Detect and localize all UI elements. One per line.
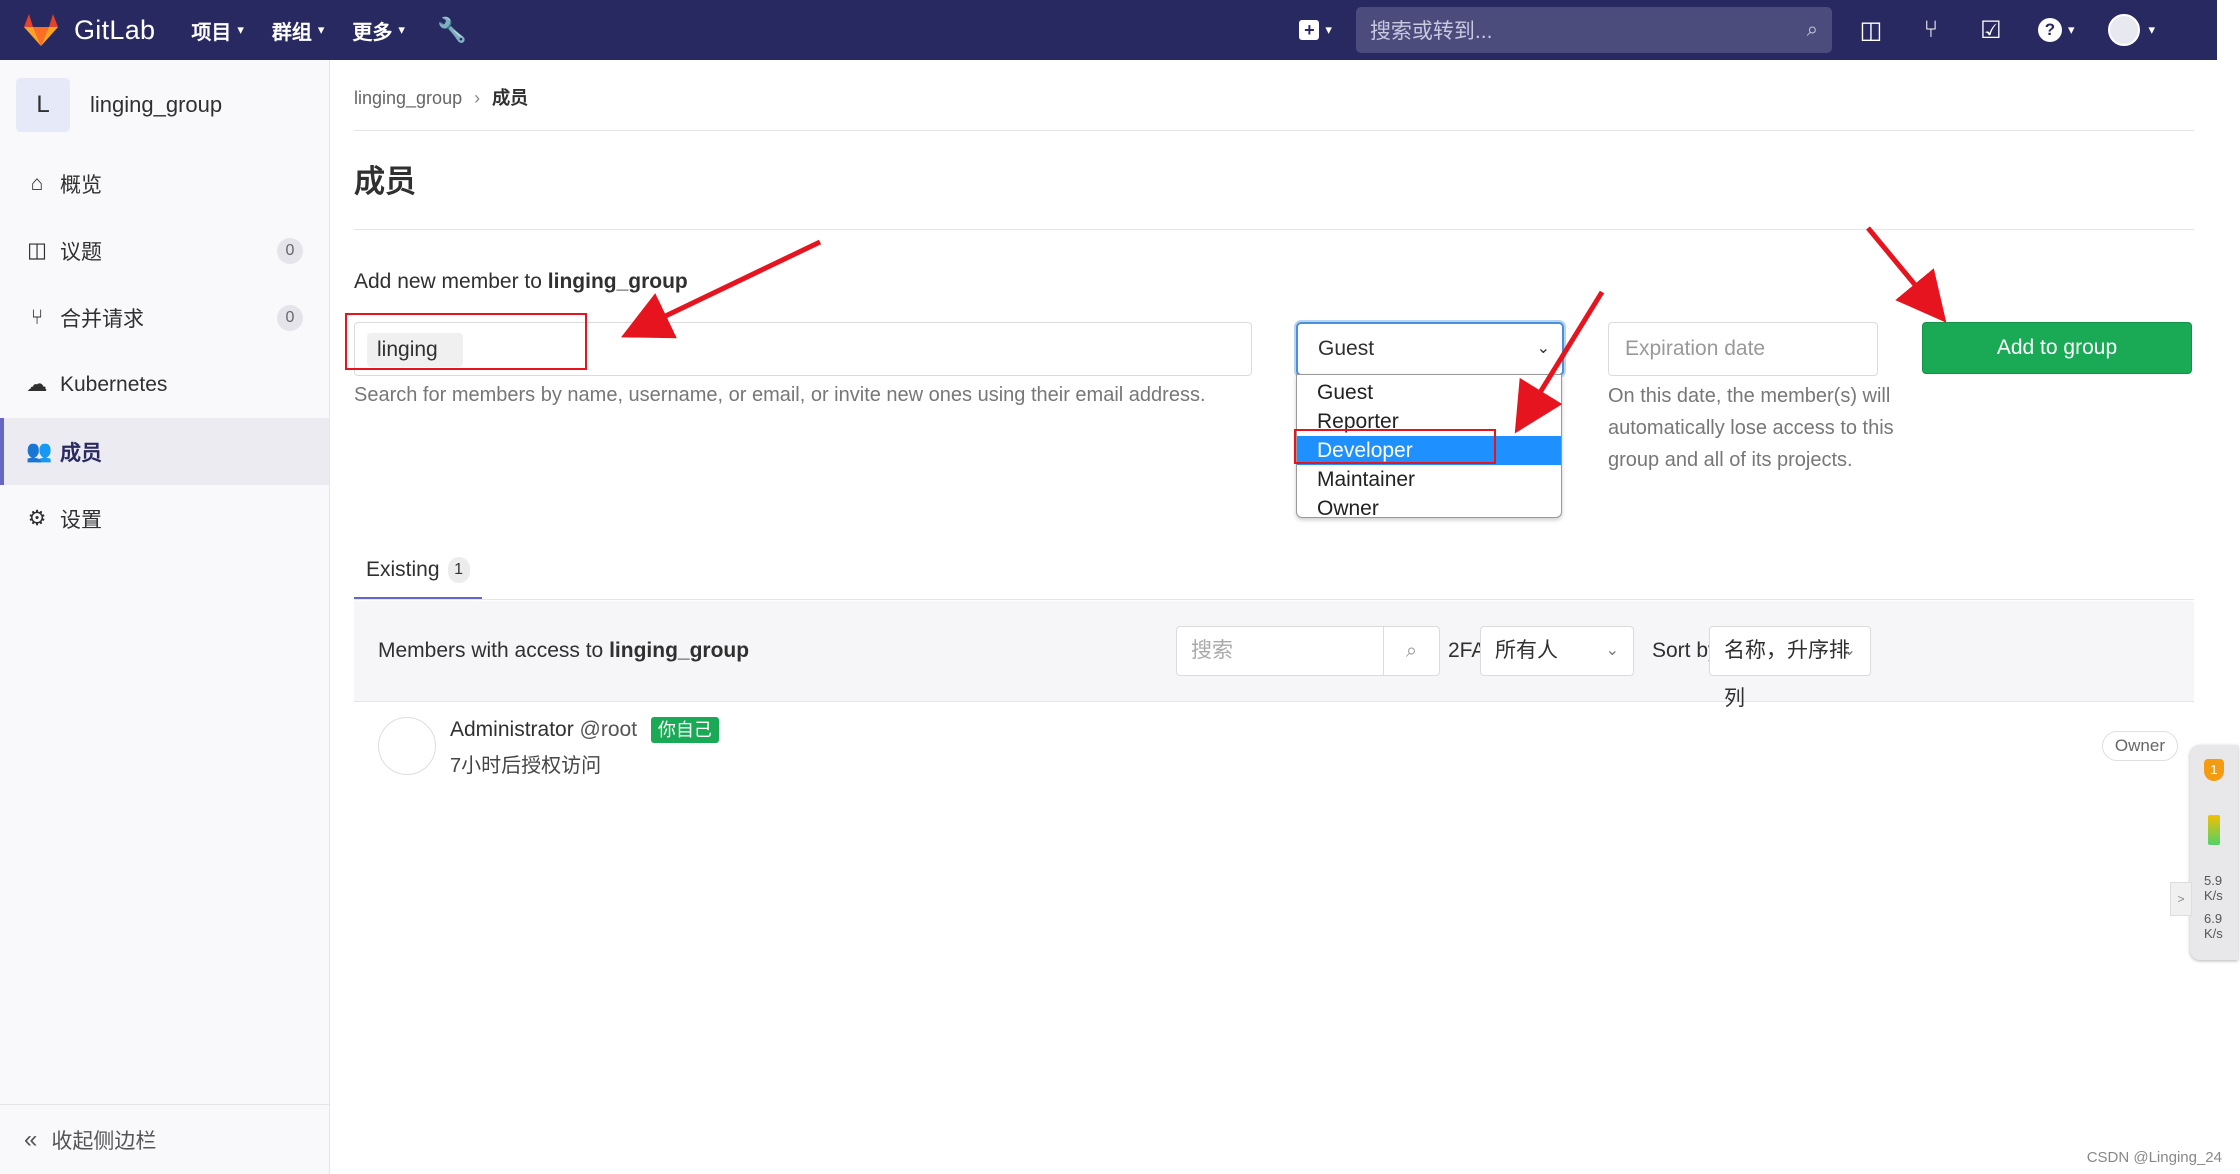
chevron-down-icon: ▾	[398, 22, 405, 37]
chevron-right-icon: ›	[474, 88, 481, 108]
twofa-filter-select[interactable]: 所有人 ⌄	[1480, 626, 1634, 676]
role-option-guest[interactable]: Guest	[1297, 378, 1561, 407]
annotation-highlight-box	[1294, 429, 1496, 464]
role-option-maintainer[interactable]: Maintainer	[1297, 465, 1561, 494]
brand-name: GitLab	[74, 14, 156, 45]
gitlab-tanuki-icon	[24, 14, 58, 46]
member-name[interactable]: Administrator	[450, 718, 574, 741]
divider	[354, 599, 2194, 600]
chevron-down-icon: ▾	[317, 22, 325, 37]
count-badge: 0	[277, 237, 303, 264]
main-menu: 项目 ▾ 群组 ▾ 更多 ▾ 🔧	[191, 16, 466, 45]
search-icon: ⌕	[1806, 18, 1818, 41]
page-title: 成员	[354, 164, 416, 199]
search-icon[interactable]: ⌕	[1383, 627, 1439, 675]
shield-icon: 1	[2204, 759, 2224, 781]
member-row: Administrator @root 你自己 7小时后授权访问 Owner	[354, 703, 2194, 783]
chevron-down-icon: ▾	[2067, 22, 2075, 37]
add-to-group-button[interactable]: Add to group	[1922, 322, 2192, 374]
its-you-badge: 你自己	[650, 717, 719, 743]
todo-icon[interactable]: ☑	[1978, 16, 2004, 45]
avatar	[2108, 14, 2141, 46]
sort-select[interactable]: 名称，升序排列 ⌄	[1709, 626, 1871, 710]
sidebar-item-overview[interactable]: ⌂ 概览	[0, 150, 329, 217]
chevron-down-icon: ▾	[237, 22, 244, 37]
double-chevron-left-icon: «	[24, 1125, 38, 1153]
menu-projects[interactable]: 项目 ▾	[191, 16, 244, 45]
new-dropdown-button[interactable]: + ▾	[1299, 20, 1332, 40]
sidebar-item-settings[interactable]: ⚙ 设置	[0, 485, 329, 552]
tab-existing[interactable]: Existing 1	[354, 542, 482, 600]
merge-request-icon: ⑂	[30, 305, 44, 329]
count-badge: 0	[277, 304, 303, 331]
sidebar-item-members[interactable]: 👥 成员	[0, 418, 329, 485]
users-icon: 👥	[26, 439, 53, 463]
annotation-arrow	[1866, 226, 1947, 323]
gitlab-logo[interactable]: GitLab	[22, 13, 155, 47]
chevron-down-icon: ⌄	[1536, 340, 1550, 357]
admin-wrench-icon[interactable]: 🔧	[437, 16, 467, 45]
issues-icon: ◫	[27, 239, 47, 262]
breadcrumb-group-link[interactable]: linging_group	[354, 88, 462, 108]
top-navbar: GitLab 项目 ▾ 群组 ▾ 更多 ▾ 🔧 + ▾ 搜索或转到... ⌕ ◫ ⑂ ☑…	[0, 0, 2217, 60]
menu-groups[interactable]: 群组 ▾	[272, 16, 325, 45]
gear-icon: ⚙	[27, 507, 47, 530]
download-speed: 6.9 K/s	[2204, 911, 2223, 941]
add-member-label: Add new member to linging_group	[354, 270, 688, 293]
expiration-help: On this date, the member(s) will automat…	[1608, 385, 1894, 471]
usage-bar-icon	[2208, 815, 2220, 845]
watermark: CSDN @Linging_24	[2086, 1149, 2222, 1166]
sidebar-item-merge-requests[interactable]: ⑂ 合并请求 0	[0, 284, 329, 351]
member-role-badge: Owner	[2101, 731, 2178, 761]
home-icon: ⌂	[30, 171, 44, 195]
annotation-arrows	[620, 226, 1947, 434]
sidebar-item-kubernetes[interactable]: ☁ Kubernetes	[0, 351, 329, 418]
member-granted-time: 7小时后授权访问	[450, 755, 602, 777]
upload-speed: 5.9 K/s	[2204, 873, 2223, 903]
chevron-down-icon: ⌄	[1605, 642, 1619, 659]
search-placeholder: 搜索或转到...	[1369, 20, 1493, 43]
member-search-help: Search for members by name, username, or…	[354, 384, 1206, 406]
sidebar-item-issues[interactable]: ◫ 议题 0	[0, 217, 329, 284]
members-search-input[interactable]: 搜索 ⌕	[1176, 626, 1440, 676]
help-dropdown[interactable]: ? ▾	[2037, 18, 2075, 42]
group-header[interactable]: L linging_group	[0, 60, 329, 150]
chevron-down-icon: ⌄	[1842, 642, 1856, 659]
network-speed-widget[interactable]: 1 5.9 K/s 6.9 K/s	[2190, 745, 2238, 960]
chevron-down-icon: ▾	[1325, 22, 1332, 37]
group-name: linging_group	[90, 92, 223, 117]
nav-right: + ▾ 搜索或转到... ⌕ ◫ ⑂ ☑ ? ▾ ▾	[1299, 0, 2217, 60]
members-panel-title: Members with access to linging_group	[378, 639, 750, 662]
count-badge: 1	[447, 556, 470, 583]
role-option-owner[interactable]: Owner	[1297, 494, 1561, 523]
user-menu[interactable]: ▾	[2108, 14, 2155, 46]
member-username: @root	[579, 718, 638, 741]
breadcrumb-current[interactable]: 成员	[492, 88, 528, 108]
breadcrumb: linging_group › 成员	[354, 84, 528, 110]
cloud-icon: ☁	[26, 373, 48, 396]
members-panel-header: Members with access to linging_group 搜索 …	[354, 601, 2194, 710]
divider	[354, 229, 2194, 230]
chevron-down-icon: ▾	[2148, 22, 2155, 37]
member-name-line: Administrator @root 你自己	[450, 717, 719, 743]
group-sidebar: L linging_group ⌂ 概览 ◫ 议题 0 ⑂ 合并请求 0 ☁ Kuberne…	[0, 60, 330, 1174]
group-avatar: L	[16, 78, 70, 132]
menu-more[interactable]: 更多 ▾	[352, 16, 405, 45]
merge-request-icon[interactable]: ⑂	[1918, 16, 1944, 44]
issues-icon[interactable]: ◫	[1858, 16, 1884, 45]
divider	[354, 130, 2194, 131]
expiration-date-input[interactable]: Expiration date	[1608, 322, 1878, 376]
expand-widget-icon[interactable]: >	[2170, 882, 2192, 916]
access-level-select[interactable]: Guest ⌄	[1296, 322, 1564, 376]
collapse-sidebar-button[interactable]: «收起侧边栏	[0, 1104, 330, 1174]
annotation-highlight-box	[345, 313, 587, 370]
avatar[interactable]	[378, 717, 436, 775]
global-search-input[interactable]: 搜索或转到... ⌕	[1355, 7, 1832, 53]
help-icon: ?	[2037, 18, 2062, 42]
plus-icon: +	[1299, 20, 1320, 40]
